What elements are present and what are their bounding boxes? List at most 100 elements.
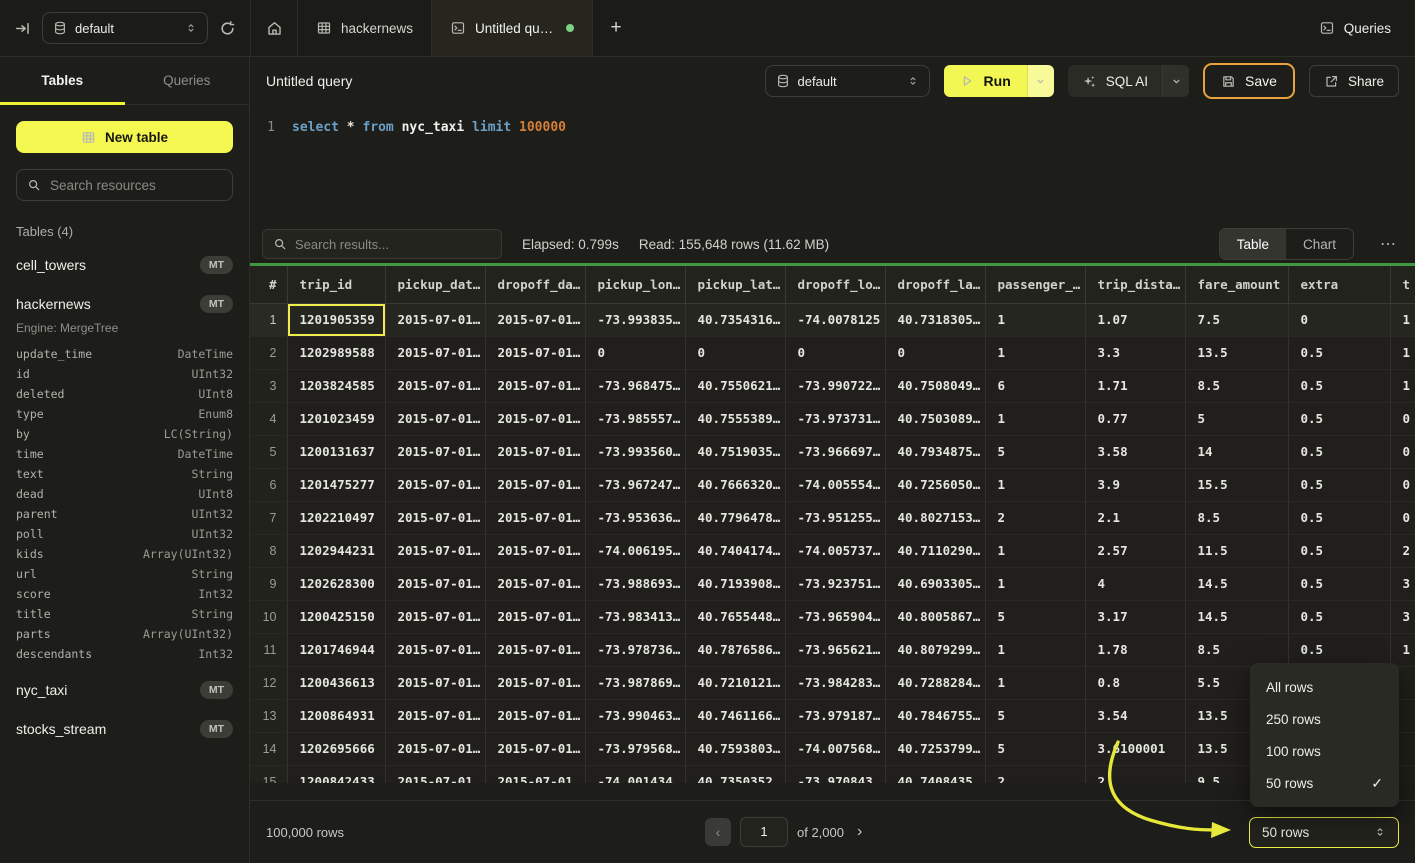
table-cell[interactable]: 3.54 [1085, 699, 1185, 732]
table-cell[interactable]: 40.7593803… [685, 732, 785, 765]
table-cell[interactable]: 2015-07-01… [385, 567, 485, 600]
queries-link[interactable]: Queries [1319, 0, 1415, 56]
table-cell[interactable]: -73.987869… [585, 666, 685, 699]
table-cell[interactable]: 40.8005867… [885, 600, 985, 633]
sql-ai-options-button[interactable] [1162, 65, 1189, 97]
table-cell[interactable]: 2015-07-01… [385, 369, 485, 402]
table-cell[interactable]: 1202989588 [287, 336, 385, 369]
share-button[interactable]: Share [1309, 65, 1399, 97]
table-cell[interactable]: 3.6100001 [1085, 732, 1185, 765]
table-cell[interactable]: -73.979568… [585, 732, 685, 765]
table-cell[interactable]: -74.0078125 [785, 303, 885, 336]
table-cell[interactable]: 0.5 [1288, 402, 1390, 435]
table-cell[interactable]: 0 [1390, 402, 1415, 435]
table-cell[interactable]: 1.78 [1085, 633, 1185, 666]
table-cell[interactable]: 5 [1185, 402, 1288, 435]
table-cell[interactable]: 2015-07-01… [485, 336, 585, 369]
table-cell[interactable]: 2015-07-01… [485, 765, 585, 783]
table-cell[interactable]: 1203824585 [287, 369, 385, 402]
table-cell[interactable]: 40.7253799… [885, 732, 985, 765]
table-cell[interactable]: -74.007568… [785, 732, 885, 765]
table-cell[interactable]: 40.7503089… [885, 402, 985, 435]
table-cell[interactable]: 0 [785, 336, 885, 369]
table-cell[interactable]: 0.5 [1288, 468, 1390, 501]
table-cell[interactable]: -73.973731… [785, 402, 885, 435]
table-cell[interactable]: 1.71 [1085, 369, 1185, 402]
column-header-pickup_lon…[interactable]: pickup_lon… [585, 266, 685, 303]
query-database-selector[interactable]: default [765, 65, 930, 97]
column-header-dropoff_lo…[interactable]: dropoff_lo… [785, 266, 885, 303]
table-cell[interactable]: 6 [985, 369, 1085, 402]
table-cell[interactable]: 1 [1390, 303, 1415, 336]
table-cell[interactable]: 2015-07-01… [485, 501, 585, 534]
table-cell[interactable]: 0 [1288, 303, 1390, 336]
table-cell[interactable]: -73.951255… [785, 501, 885, 534]
table-cell[interactable]: 14 [1185, 435, 1288, 468]
table-cell[interactable]: -73.966697… [785, 435, 885, 468]
search-resources-input[interactable]: Search resources [16, 169, 233, 201]
table-cell[interactable]: 1 [985, 666, 1085, 699]
table-cell[interactable]: 0.5 [1288, 534, 1390, 567]
table-cell[interactable]: 2.57 [1085, 534, 1185, 567]
table-cell[interactable]: -73.988693… [585, 567, 685, 600]
sidebar-tab-tables[interactable]: Tables [0, 57, 125, 104]
previous-page-button[interactable]: ‹ [705, 818, 731, 846]
view-toggle-table[interactable]: Table [1220, 229, 1286, 259]
table-cell[interactable]: 2015-07-01… [485, 600, 585, 633]
table-cell[interactable]: 3.58 [1085, 435, 1185, 468]
table-cell[interactable]: 40.8027153… [885, 501, 985, 534]
table-cell[interactable]: -73.968475… [585, 369, 685, 402]
table-cell[interactable]: 2015-07-01… [385, 765, 485, 783]
table-cell[interactable]: 2015-07-01… [385, 336, 485, 369]
sidebar-item-nyc_taxi[interactable]: nyc_taxiMT [16, 677, 233, 703]
table-cell[interactable]: 2 [985, 501, 1085, 534]
sidebar-item-cell_towers[interactable]: cell_towersMT [16, 252, 233, 278]
table-cell[interactable]: -73.990722… [785, 369, 885, 402]
tab-untitled-query[interactable]: Untitled qu… [432, 0, 593, 56]
table-cell[interactable]: 40.7318305… [885, 303, 985, 336]
table-cell[interactable]: 0.5 [1288, 336, 1390, 369]
sidebar-tab-queries[interactable]: Queries [125, 57, 250, 104]
table-cell[interactable]: 40.8079299… [885, 633, 985, 666]
search-results-input[interactable]: Search results... [262, 229, 502, 259]
table-cell[interactable]: 1 [1390, 369, 1415, 402]
table-cell[interactable]: 1201023459 [287, 402, 385, 435]
table-cell[interactable]: 2 [1085, 765, 1185, 783]
table-cell[interactable]: 14.5 [1185, 567, 1288, 600]
refresh-icon[interactable] [219, 20, 236, 37]
table-cell[interactable]: 3.3 [1085, 336, 1185, 369]
table-cell[interactable]: 40.7876586… [685, 633, 785, 666]
table-cell[interactable]: 40.7550621… [685, 369, 785, 402]
table-cell[interactable]: 40.7555389… [685, 402, 785, 435]
table-cell[interactable]: -74.001434… [585, 765, 685, 783]
table-cell[interactable]: -73.979187… [785, 699, 885, 732]
table-cell[interactable]: 40.6903305… [885, 567, 985, 600]
column-header-passenger_…[interactable]: passenger_… [985, 266, 1085, 303]
column-header-trip_dista…[interactable]: trip_dista… [1085, 266, 1185, 303]
table-cell[interactable]: 7.5 [1185, 303, 1288, 336]
tab-home[interactable] [251, 0, 298, 56]
table-cell[interactable]: 0.5 [1288, 501, 1390, 534]
new-tab-button[interactable]: + [593, 0, 639, 56]
page-number-input[interactable]: 1 [740, 817, 788, 847]
table-cell[interactable]: 0 [1390, 435, 1415, 468]
table-cell[interactable]: 1201475277 [287, 468, 385, 501]
table-cell[interactable]: 0.8 [1085, 666, 1185, 699]
table-cell[interactable]: -73.993560… [585, 435, 685, 468]
table-cell[interactable]: -73.965904… [785, 600, 885, 633]
table-cell[interactable]: 1.07 [1085, 303, 1185, 336]
table-cell[interactable]: 3 [1390, 567, 1415, 600]
table-cell[interactable]: 1202628300 [287, 567, 385, 600]
table-cell[interactable]: 40.7354316… [685, 303, 785, 336]
table-cell[interactable]: 2015-07-01… [385, 600, 485, 633]
column-header-pickup_dat…[interactable]: pickup_dat… [385, 266, 485, 303]
table-cell[interactable]: -73.953636… [585, 501, 685, 534]
table-cell[interactable]: 13.5 [1185, 336, 1288, 369]
table-cell[interactable]: 2.1 [1085, 501, 1185, 534]
column-header-t[interactable]: t [1390, 266, 1415, 303]
table-cell[interactable]: 5 [985, 600, 1085, 633]
table-cell[interactable]: 40.7796478… [685, 501, 785, 534]
table-cell[interactable]: 1 [1390, 633, 1415, 666]
table-cell[interactable]: 2015-07-01… [485, 732, 585, 765]
table-cell[interactable]: 2015-07-01… [385, 732, 485, 765]
